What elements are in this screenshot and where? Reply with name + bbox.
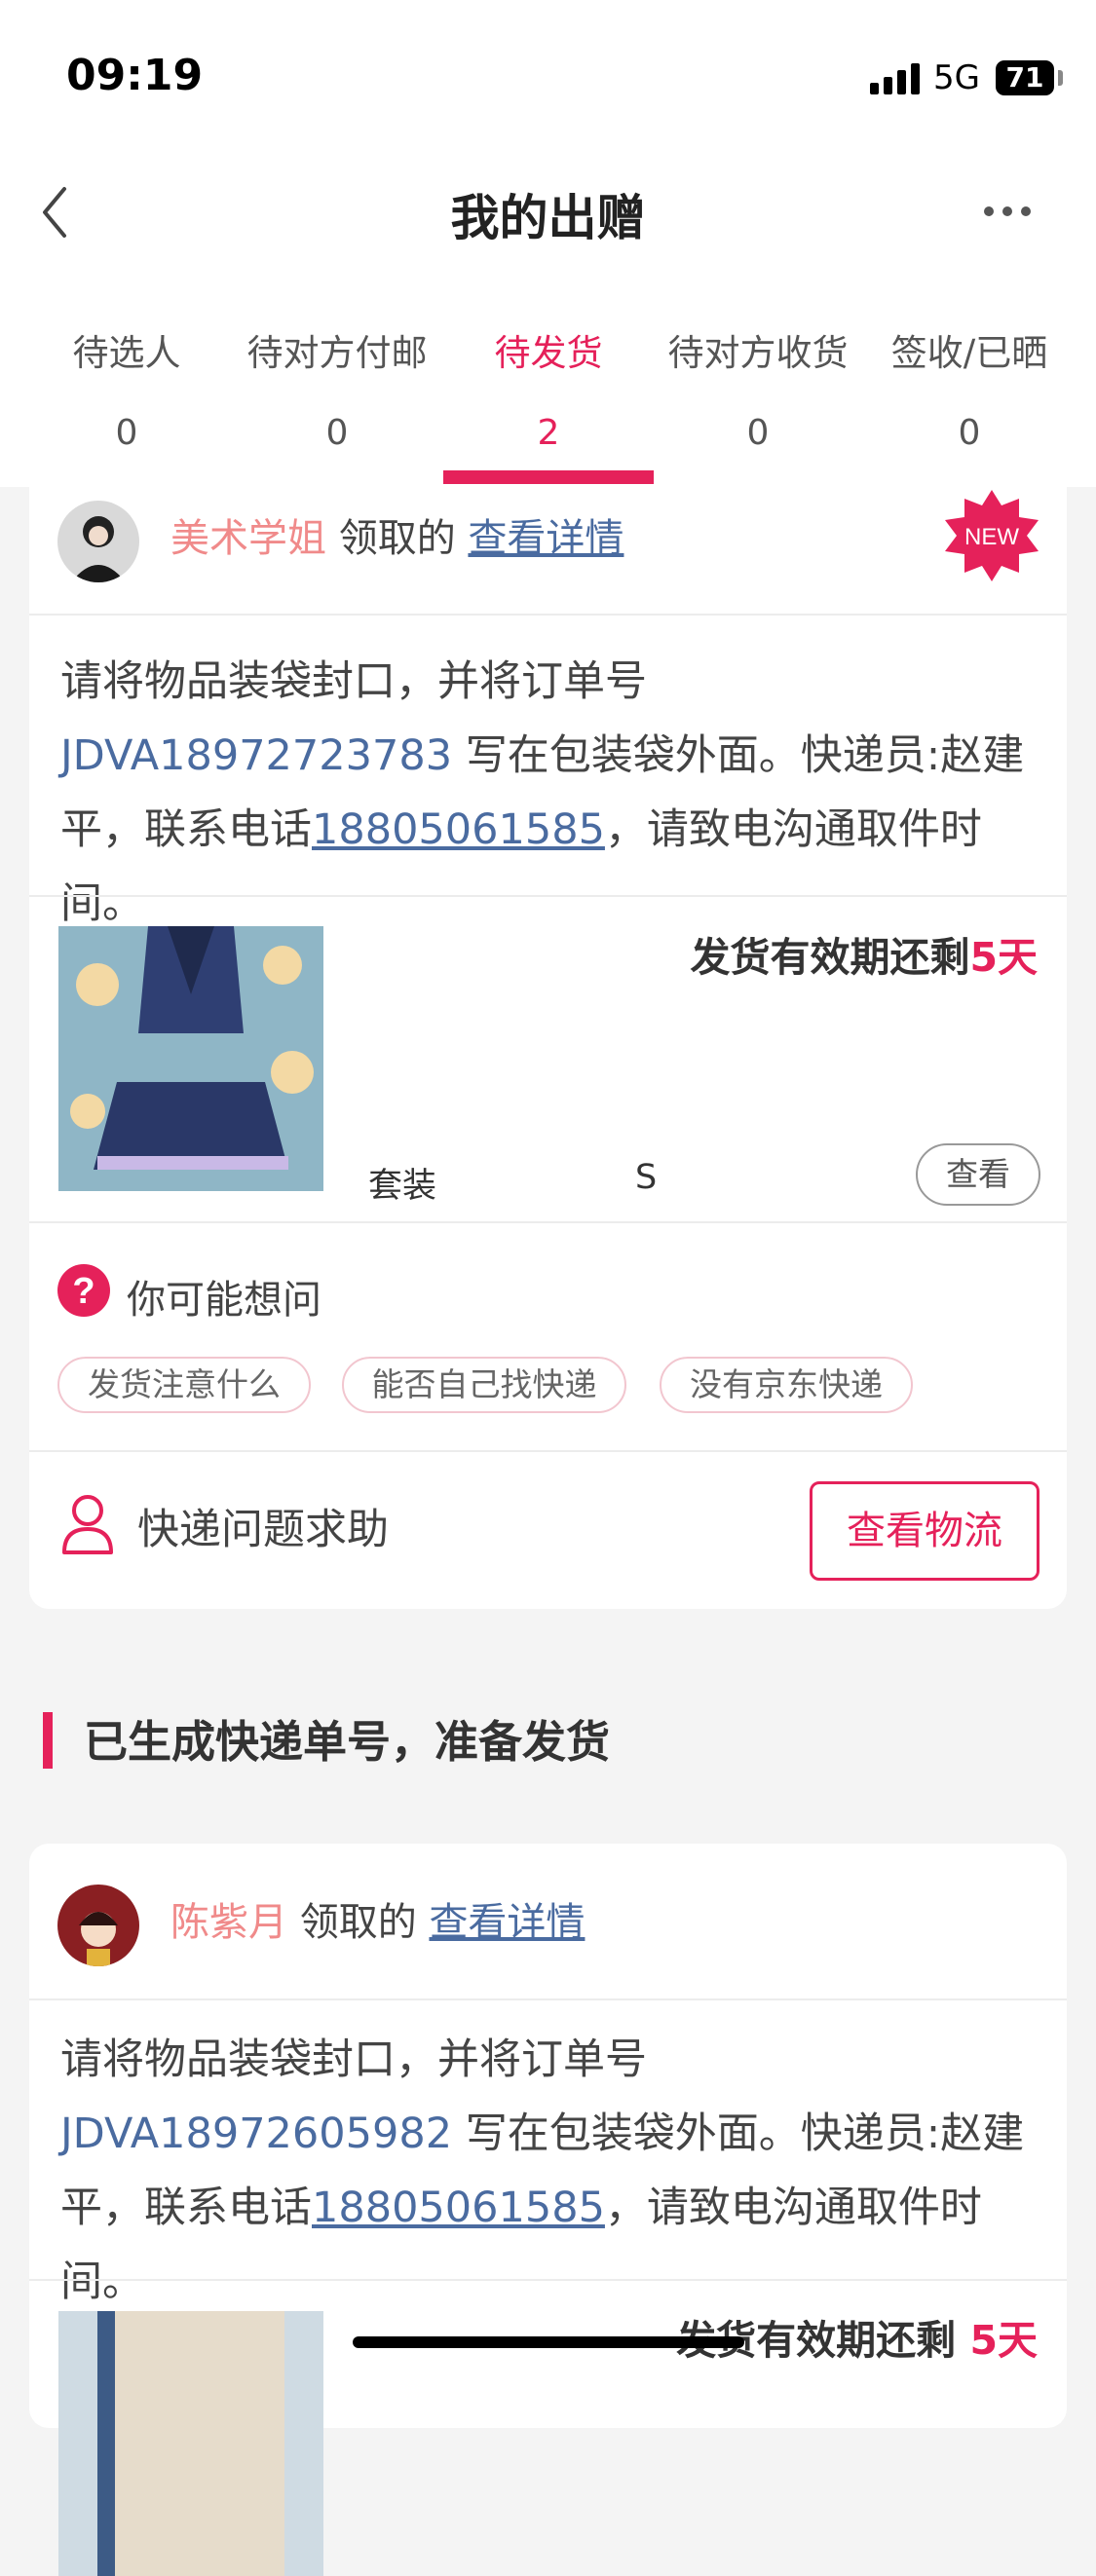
divider	[29, 1450, 1067, 1452]
instruction-prefix: 请将物品装袋封口，并将订单号	[60, 2035, 647, 2084]
ellipsis-icon[interactable]	[984, 206, 1033, 218]
item-type: 套装	[368, 1167, 437, 1206]
order-number[interactable]: JDVA18972605982	[60, 2109, 452, 2158]
new-badge: NEW	[945, 490, 1039, 581]
product-image[interactable]	[58, 926, 323, 1191]
tab-count: 2	[537, 413, 560, 453]
tab-count: 0	[115, 413, 138, 453]
deadline-days: 5天	[969, 2317, 1038, 2364]
status-time: 09:19	[66, 51, 204, 100]
claimer-name[interactable]: 陈紫月	[170, 1900, 287, 1945]
section-accent-bar	[43, 1712, 53, 1769]
tab-pending-postage[interactable]: 待对方付邮 0	[235, 323, 439, 453]
tab-label: 待发货	[494, 332, 603, 374]
claimed-text: 领取的	[299, 1900, 417, 1945]
tab-pending-selection[interactable]: 待选人 0	[24, 323, 229, 453]
active-tab-indicator	[443, 470, 654, 484]
item-size: S	[635, 1158, 658, 1197]
order-number[interactable]: JDVA18972723783	[60, 731, 452, 780]
network-label: 5G	[933, 58, 980, 97]
section-title: 已生成快递单号，准备发货	[84, 1716, 611, 1768]
battery-level: 71	[1005, 61, 1044, 93]
tab-count: 0	[746, 413, 770, 453]
divider	[29, 1998, 1067, 2000]
claimed-text: 领取的	[338, 516, 456, 561]
deadline-label: 发货有效期还剩	[690, 934, 970, 981]
claim-row: 陈紫月 领取的 查看详情	[170, 1890, 585, 1947]
faq-chip[interactable]: 没有京东快递	[660, 1357, 913, 1413]
view-logistics-button[interactable]: 查看物流	[810, 1481, 1039, 1581]
tab-pending-shipment[interactable]: 待发货 2	[446, 323, 651, 453]
gift-card: 美术学姐 领取的 查看详情 NEW 请将物品装袋封口，并将订单号 JDVA189…	[29, 487, 1067, 1609]
faq-chip[interactable]: 能否自己找快递	[342, 1357, 626, 1413]
battery-icon: 71	[996, 60, 1054, 95]
home-indicator[interactable]	[353, 2336, 744, 2348]
tab-pending-receipt[interactable]: 待对方收货 0	[656, 323, 860, 453]
courier-phone-link[interactable]: 18805061585	[312, 805, 605, 854]
avatar	[57, 1885, 139, 1966]
faq-chip[interactable]: 发货注意什么	[57, 1357, 311, 1413]
tab-count: 0	[325, 413, 349, 453]
claim-row: 美术学姐 领取的 查看详情	[170, 506, 624, 563]
svg-text:?: ?	[72, 1271, 94, 1312]
shipping-deadline: 发货有效期还剩5天	[690, 924, 1038, 983]
tab-label: 待选人	[72, 332, 181, 374]
divider	[29, 2279, 1067, 2281]
new-badge-text: NEW	[964, 524, 1019, 550]
tab-count: 0	[958, 413, 981, 453]
view-item-button[interactable]: 查看	[916, 1143, 1040, 1206]
user-icon	[62, 1495, 113, 1554]
status-bar: 09:19 5G 71	[0, 0, 1096, 146]
tab-received[interactable]: 签收/已晒 0	[867, 323, 1072, 453]
claimer-name[interactable]: 美术学姐	[170, 516, 326, 561]
avatar	[57, 501, 139, 582]
deadline-days: 5天	[969, 934, 1038, 981]
courier-phone-link[interactable]: 18805061585	[312, 2184, 605, 2232]
tab-label: 待对方收货	[667, 332, 849, 374]
status-tabs: 待选人 0 待对方付邮 0 待发货 2 待对方收货 0 签收/已晒 0	[0, 273, 1096, 487]
courier-help-label[interactable]: 快递问题求助	[137, 1496, 389, 1556]
faq-title: 你可能想问	[127, 1278, 321, 1323]
question-icon: ?	[57, 1264, 110, 1317]
nav-bar: 我的出赠	[0, 146, 1096, 273]
product-image[interactable]	[58, 2311, 323, 2576]
battery-cap	[1058, 70, 1063, 86]
view-details-link[interactable]: 查看详情	[429, 1900, 585, 1945]
view-details-link[interactable]: 查看详情	[468, 516, 624, 561]
instruction-prefix: 请将物品装袋封口，并将订单号	[60, 657, 647, 706]
tab-label: 签收/已晒	[890, 332, 1048, 374]
signal-icon	[870, 63, 921, 94]
tab-label: 待对方付邮	[246, 332, 428, 374]
shipping-instruction: 请将物品装袋封口，并将订单号 JDVA18972605982 写在包装袋外面。快…	[60, 2023, 1038, 2319]
divider	[29, 1221, 1067, 1223]
page-title: 我的出赠	[450, 190, 646, 246]
divider	[29, 614, 1067, 616]
divider	[29, 895, 1067, 897]
